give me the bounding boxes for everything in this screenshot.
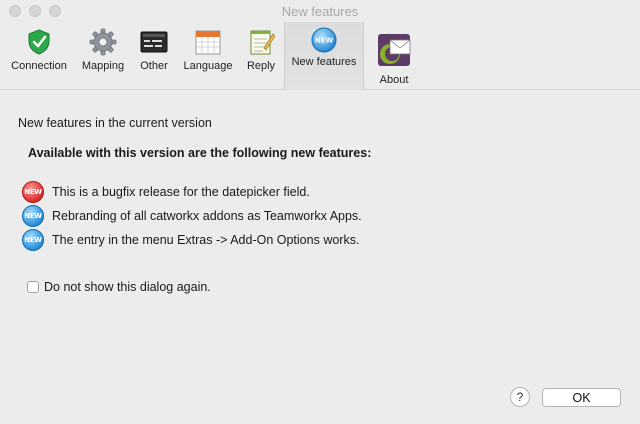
tab-label: New features: [291, 56, 357, 68]
feature-text: The entry in the menu Extras -> Add-On O…: [52, 233, 360, 247]
tab-label: Mapping: [81, 60, 125, 72]
feature-text: Rebranding of all catworkx addons as Tea…: [52, 209, 362, 223]
tab-other[interactable]: Other: [134, 22, 174, 90]
feature-item: NEW This is a bugfix release for the dat…: [22, 181, 310, 203]
gear-icon: [89, 28, 117, 56]
shield-check-icon: [25, 28, 53, 56]
tab-language[interactable]: Language: [178, 22, 238, 90]
new-badge-icon: NEW: [22, 205, 44, 227]
page-title: New features in the current version: [18, 116, 212, 130]
ok-button[interactable]: OK: [542, 388, 621, 407]
section-heading: Available with this version are the foll…: [28, 146, 372, 160]
dont-show-again-checkbox[interactable]: [27, 281, 39, 293]
feature-item: NEW The entry in the menu Extras -> Add-…: [22, 229, 359, 251]
new-badge-icon: NEW: [22, 229, 44, 251]
new-badge-icon: NEW: [310, 26, 338, 54]
tab-label: Connection: [11, 60, 67, 72]
window-controls: [9, 5, 61, 17]
tab-label: About: [379, 74, 409, 86]
zoom-window-button[interactable]: [49, 5, 61, 17]
toolbar: Connection Mapping Other Language Reply …: [0, 22, 640, 90]
feature-text: This is a bugfix release for the datepic…: [52, 185, 310, 199]
tab-new-features[interactable]: NEW New features: [284, 22, 364, 90]
tab-reply[interactable]: Reply: [242, 22, 280, 90]
new-features-panel: New features in the current version Avai…: [0, 90, 640, 424]
tab-mapping[interactable]: Mapping: [76, 22, 130, 90]
window-title: New features: [281, 3, 359, 19]
dont-show-again-row: Do not show this dialog again.: [27, 280, 211, 294]
control-panel-icon: [140, 28, 168, 56]
feature-item: NEW Rebranding of all catworkx addons as…: [22, 205, 362, 227]
tab-label: Language: [183, 60, 233, 72]
tab-connection[interactable]: Connection: [4, 22, 74, 90]
calendar-icon: [194, 28, 222, 56]
mail-logo-icon: [374, 32, 414, 68]
minimize-window-button[interactable]: [29, 5, 41, 17]
new-badge-text: NEW: [315, 37, 334, 45]
tab-about[interactable]: About: [370, 22, 418, 90]
close-window-button[interactable]: [9, 5, 21, 17]
tab-label: Reply: [246, 60, 276, 72]
preferences-window: New features Connection Mapping Other La…: [0, 0, 640, 424]
help-button[interactable]: ?: [510, 387, 530, 407]
new-badge-icon: NEW: [22, 181, 44, 203]
tab-label: Other: [140, 60, 168, 72]
notepad-icon: [247, 28, 276, 56]
title-bar: New features: [0, 0, 640, 22]
dont-show-again-label[interactable]: Do not show this dialog again.: [44, 280, 211, 294]
